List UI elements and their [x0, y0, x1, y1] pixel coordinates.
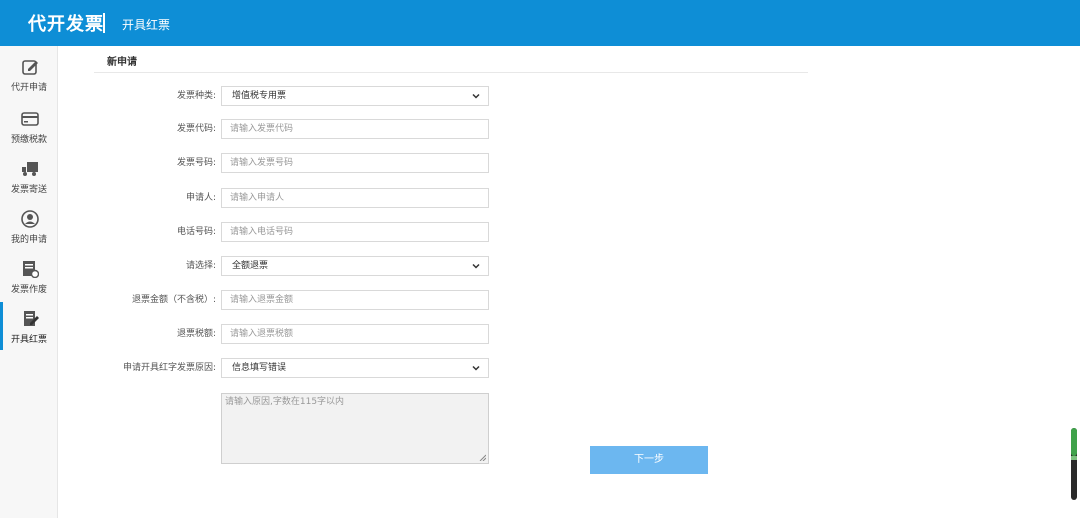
sidebar-item-label: 代开申请	[10, 83, 47, 93]
reason-value: 信息填写错误	[232, 363, 287, 373]
refund-amount-label: 退票金额（不含税）:	[131, 295, 216, 305]
invoice-type-select[interactable]: 增值税专用票	[221, 86, 489, 106]
sidebar-item-label: 我的申请	[10, 235, 47, 245]
chevron-down-icon	[472, 93, 480, 99]
section-divider	[94, 72, 808, 73]
page-subtitle: 开具红票	[122, 18, 171, 32]
sidebar: 代开申请 预缴税款 发票寄送 我的申请 发票作废 开具红票	[0, 46, 58, 518]
app-title: 代开发票	[28, 14, 104, 35]
phone-input[interactable]: 请输入电话号码	[221, 222, 489, 242]
applicant-label: 申请人:	[185, 193, 216, 203]
applicant-input[interactable]: 请输入申请人	[221, 188, 489, 208]
refund-tax-label: 退票税额:	[176, 329, 216, 339]
refund-tax-input[interactable]: 请输入退票税额	[221, 324, 489, 344]
sidebar-item-prepay[interactable]: 预缴税款	[0, 102, 58, 150]
refund-amount-input[interactable]: 请输入退票金额	[221, 290, 489, 310]
section-title: 新申请	[107, 57, 137, 68]
sidebar-item-my-apply[interactable]: 我的申请	[0, 202, 58, 250]
truck-icon	[22, 162, 38, 176]
refund-choice-select[interactable]: 全额退票	[221, 256, 489, 276]
document-edit-icon	[24, 311, 39, 326]
chevron-down-icon	[472, 365, 480, 371]
sidebar-item-label: 发票作废	[10, 285, 47, 295]
next-step-button[interactable]: 下一步	[590, 446, 708, 474]
chevron-down-icon	[472, 263, 480, 269]
reason-label: 申请开具红字发票原因:	[122, 363, 216, 373]
card-icon	[21, 112, 39, 126]
refund-choice-value: 全额退票	[232, 261, 269, 271]
invoice-number-label: 发票号码:	[176, 158, 216, 168]
sidebar-item-label: 发票寄送	[10, 185, 47, 195]
sidebar-item-delivery[interactable]: 发票寄送	[0, 152, 58, 200]
invoice-type-label: 发票种类:	[176, 91, 216, 101]
sidebar-item-apply[interactable]: 代开申请	[0, 50, 58, 98]
resize-grip-icon[interactable]	[479, 454, 486, 461]
phone-label: 电话号码:	[176, 227, 216, 237]
invoice-code-label: 发票代码:	[176, 124, 216, 134]
reason-select[interactable]: 信息填写错误	[221, 358, 489, 378]
invoice-type-value: 增值税专用票	[232, 91, 287, 101]
reason-placeholder: 请输入原因,字数在115字以内	[225, 397, 345, 407]
invoice-code-input[interactable]: 请输入发票代码	[221, 119, 489, 139]
user-circle-icon	[21, 210, 39, 228]
top-header: 代开发票 开具红票	[0, 0, 1080, 46]
scrollbar-thumb[interactable]	[1071, 428, 1077, 456]
sidebar-item-void[interactable]: 发票作废	[0, 252, 58, 300]
sidebar-item-label: 开具红票	[10, 335, 47, 345]
edit-icon	[22, 60, 38, 75]
refund-choice-label: 请选择:	[185, 261, 216, 271]
title-separator	[103, 13, 105, 33]
document-cancel-icon	[23, 261, 39, 278]
scrollbar-thumb-highlight	[1071, 456, 1077, 460]
invoice-number-input[interactable]: 请输入发票号码	[221, 153, 489, 173]
sidebar-item-red-invoice[interactable]: 开具红票	[0, 302, 58, 350]
sidebar-item-label: 预缴税款	[10, 135, 47, 145]
reason-textarea[interactable]: 请输入原因,字数在115字以内	[221, 393, 489, 464]
